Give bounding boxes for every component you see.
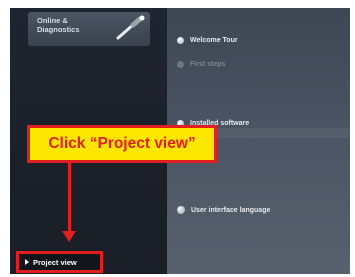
- play-triangle-icon: [25, 259, 29, 265]
- menu-item-label: Welcome Tour: [190, 36, 238, 44]
- globe-icon: [177, 206, 185, 214]
- instruction-callout: Click “Project view”: [27, 125, 217, 163]
- menu-item-label: User interface language: [191, 206, 271, 214]
- menu-item-user-interface-language[interactable]: User interface language: [177, 203, 270, 217]
- bullet-icon: [177, 60, 184, 68]
- online-diagnostics-label: Online & Diagnostics: [37, 16, 80, 34]
- callout-arrow-shaft: [68, 163, 71, 232]
- menu-item-label: First steps: [190, 60, 226, 68]
- menu-item-welcome-tour[interactable]: Welcome Tour: [177, 33, 238, 47]
- menu-item-first-steps[interactable]: First steps: [177, 57, 225, 71]
- project-view-button[interactable]: Project view: [16, 251, 103, 273]
- project-view-label: Project view: [33, 257, 77, 267]
- arrow-down-icon: [62, 231, 76, 242]
- online-diagnostics-tile[interactable]: Online & Diagnostics: [28, 12, 150, 46]
- screwdriver-icon: [116, 15, 145, 40]
- bullet-icon: [177, 36, 184, 44]
